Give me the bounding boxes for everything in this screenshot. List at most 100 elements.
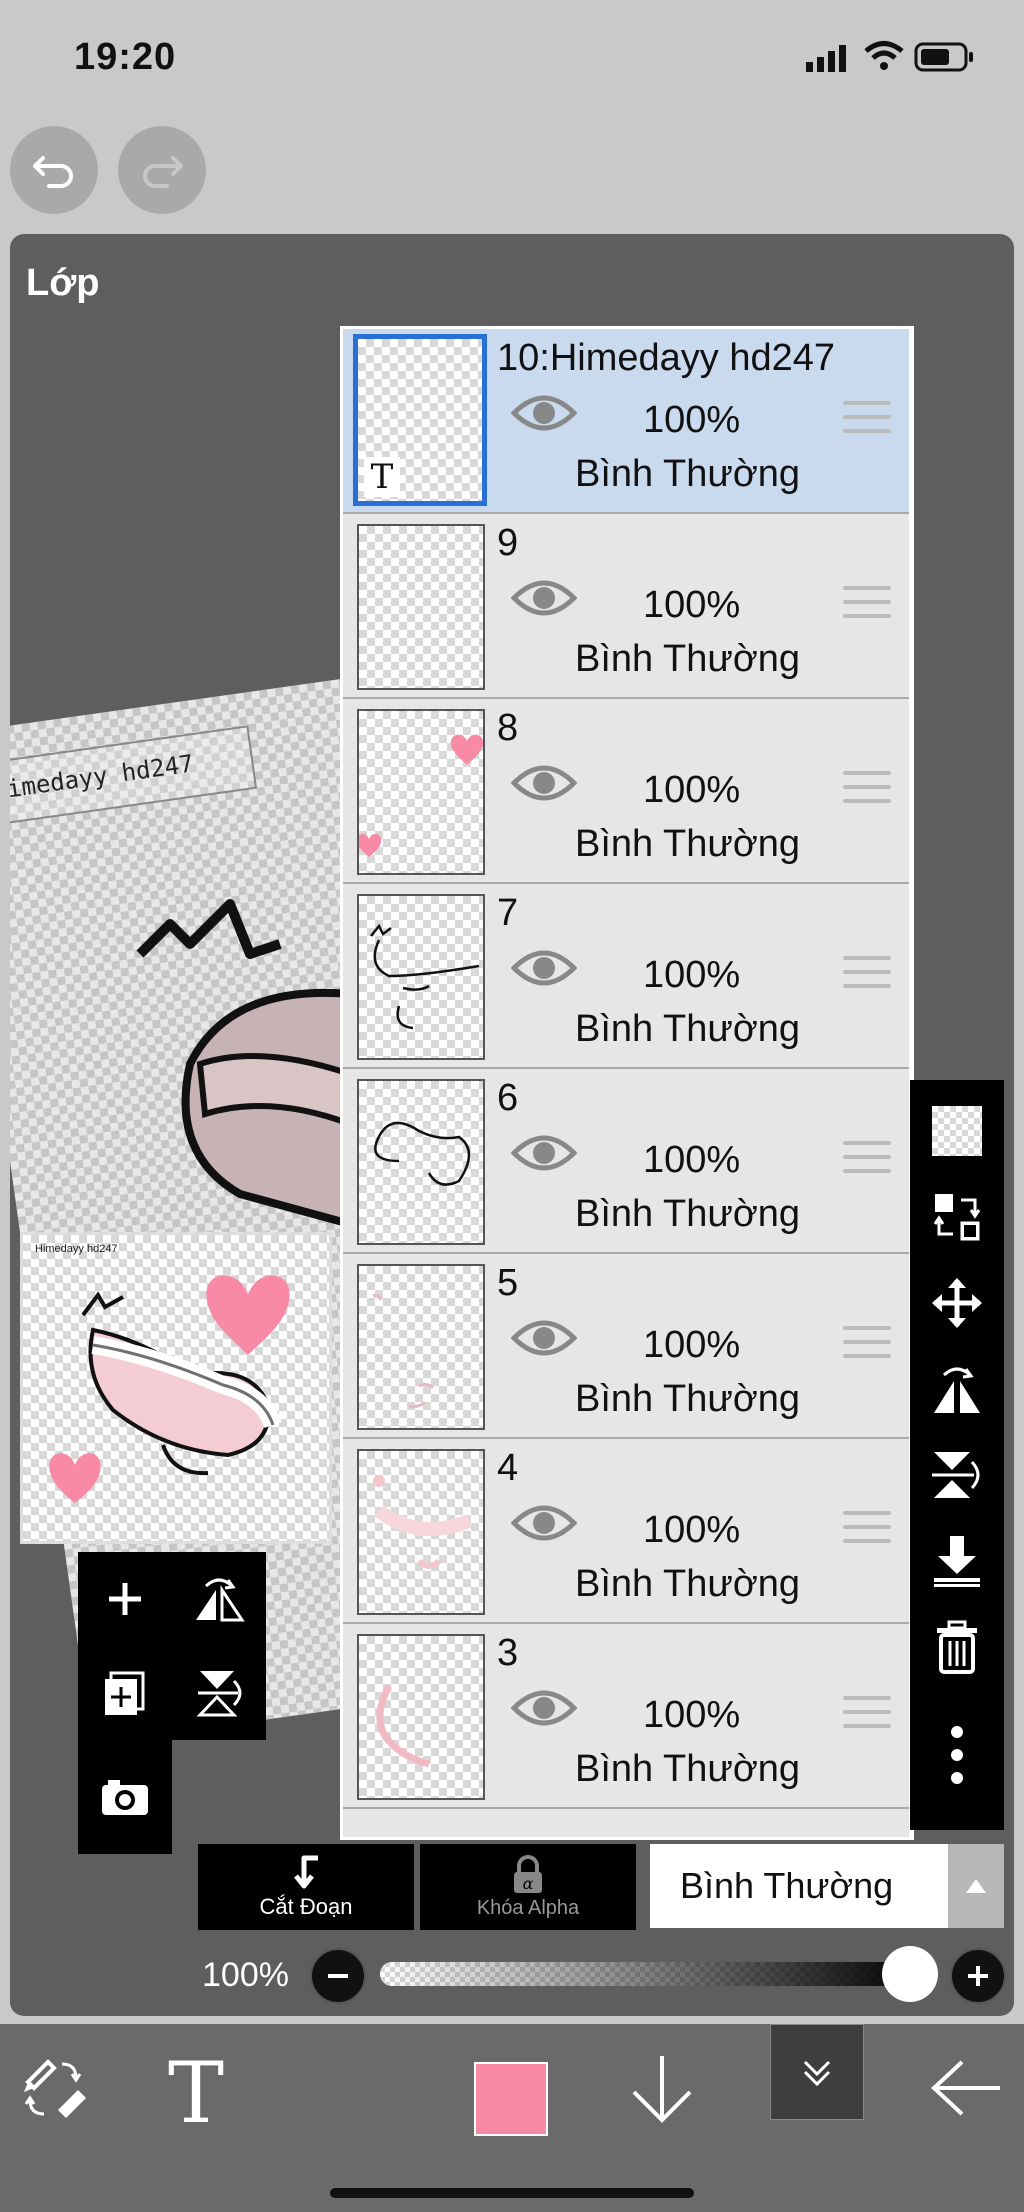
merge-down-button[interactable]	[910, 1518, 1004, 1604]
visibility-toggle[interactable]	[510, 1316, 578, 1365]
alpha-lock-button[interactable]: α Khóa Alpha	[420, 1844, 636, 1930]
merge-down-icon	[934, 1536, 980, 1587]
flip-horizontal-tool-button[interactable]	[910, 1346, 1004, 1432]
layer-tool-column	[910, 1080, 1004, 1830]
visibility-toggle[interactable]	[510, 576, 578, 625]
layer-blend-mode: Bình Thường	[575, 1193, 801, 1235]
lock-icon: α	[514, 1854, 542, 1893]
delete-layer-button[interactable]	[910, 1604, 1004, 1690]
drag-handle-icon[interactable]	[843, 1511, 891, 1553]
layer-opacity: 100%	[643, 1694, 741, 1736]
flip-horizontal-icon	[934, 1367, 980, 1415]
add-folder-button[interactable]	[78, 1646, 172, 1740]
more-options-button[interactable]	[910, 1700, 1004, 1810]
color-swatch[interactable]	[474, 2062, 548, 2136]
drag-handle-icon[interactable]	[843, 1326, 891, 1368]
layer-row[interactable]: 7 100% Bình Thường	[343, 884, 909, 1069]
layer-name: 8	[497, 707, 519, 749]
layer-row[interactable]: 6 100% Bình Thường	[343, 1069, 909, 1254]
double-chevron-down-icon	[803, 2060, 831, 2087]
drag-handle-icon[interactable]	[843, 401, 891, 443]
layer-opacity: 100%	[643, 399, 741, 441]
redo-button[interactable]	[118, 126, 206, 214]
drag-handle-icon[interactable]	[843, 771, 891, 813]
layer-thumbnail[interactable]	[356, 709, 485, 875]
layer-row[interactable]	[343, 1809, 909, 1837]
visibility-toggle[interactable]	[510, 391, 578, 440]
visibility-toggle[interactable]	[510, 761, 578, 810]
opacity-slider[interactable]	[380, 1962, 920, 1986]
triangle-up-icon	[966, 1879, 986, 1893]
drag-handle-icon[interactable]	[843, 1141, 891, 1183]
drag-handle-icon[interactable]	[843, 1696, 891, 1738]
text-tool-icon: T	[168, 2044, 225, 2142]
opacity-increase-button[interactable]	[950, 1948, 1006, 2004]
layer-opacity: 100%	[643, 1509, 741, 1551]
move-button[interactable]	[910, 1260, 1004, 1346]
blend-mode-select[interactable]: Bình Thường	[650, 1844, 1004, 1928]
flip-horizontal-icon	[196, 1578, 245, 1622]
layers-collapse-button[interactable]	[770, 2024, 864, 2120]
layer-thumbnail[interactable]	[357, 1264, 485, 1430]
layer-mini-toolbar	[78, 1552, 266, 1854]
layer-row[interactable]: 9 100% Bình Thường	[343, 514, 909, 699]
layer-opacity: 100%	[643, 769, 741, 811]
canvas-preview[interactable]: Himedayy hd247	[20, 1232, 332, 1544]
drag-handle-icon[interactable]	[843, 586, 891, 628]
layer-row[interactable]: T 10:Himedayy hd247 100% Bình Thường	[343, 329, 909, 514]
drag-handle-icon[interactable]	[843, 956, 891, 998]
status-time: 19:20	[74, 36, 177, 78]
visibility-toggle[interactable]	[510, 1131, 578, 1180]
layer-thumbnail[interactable]	[357, 524, 485, 690]
blend-mode-value: Bình Thường	[680, 1865, 894, 1906]
undo-icon	[33, 156, 73, 188]
text-tool-button[interactable]: T	[168, 2044, 224, 2142]
layer-name: 7	[497, 892, 519, 934]
move-icon	[932, 1278, 982, 1328]
flip-vertical-tool-button[interactable]	[910, 1432, 1004, 1518]
add-layer-button[interactable]	[78, 1552, 172, 1646]
camera-button[interactable]	[78, 1740, 172, 1854]
eye-icon	[510, 950, 578, 986]
layer-thumbnail[interactable]	[357, 1079, 485, 1245]
swap-button[interactable]	[910, 1174, 1004, 1260]
layer-thumbnail[interactable]	[357, 894, 485, 1060]
layer-row[interactable]: 3 100% Bình Thường	[343, 1624, 909, 1809]
eye-icon	[510, 1690, 578, 1726]
undo-button[interactable]	[10, 126, 98, 214]
checkerboard-icon	[932, 1106, 982, 1156]
svg-text:α: α	[523, 1874, 534, 1893]
layer-opacity: 100%	[643, 1324, 741, 1366]
layer-row[interactable]: 8 100% Bình Thường	[343, 699, 909, 884]
layer-row[interactable]: 4 100% Bình Thường	[343, 1439, 909, 1624]
visibility-toggle[interactable]	[510, 946, 578, 995]
layer-thumbnail[interactable]	[357, 1449, 485, 1615]
opacity-slider-thumb[interactable]	[882, 1946, 938, 2002]
plus-icon	[109, 1583, 141, 1615]
transparent-fill-button[interactable]	[910, 1088, 1004, 1174]
back-button[interactable]	[930, 2058, 1002, 2123]
eraser-toggle-button[interactable]	[18, 2052, 92, 2126]
flip-horizontal-button[interactable]	[172, 1552, 266, 1646]
visibility-toggle[interactable]	[510, 1686, 578, 1735]
plus-icon	[968, 1966, 988, 1986]
signal-icon	[806, 44, 848, 77]
layer-name: 3	[497, 1632, 519, 1674]
layer-panel: Lớp Himedayy hd247 Himedayy hd247 T 10:H…	[10, 234, 1014, 2016]
pen-eraser-swap-icon	[24, 2059, 86, 2118]
blend-mode-arrow-button[interactable]	[948, 1844, 1004, 1928]
layer-row[interactable]: 5 100% Bình Thường	[343, 1254, 909, 1439]
layer-thumbnail[interactable]: T	[353, 334, 487, 506]
layer-thumbnail[interactable]	[357, 1634, 485, 1800]
flip-vertical-button[interactable]	[172, 1646, 266, 1740]
canvas-watermark: Himedayy hd247	[10, 749, 196, 806]
opacity-decrease-button[interactable]	[310, 1948, 366, 2004]
visibility-toggle[interactable]	[510, 1501, 578, 1550]
layer-blend-mode: Bình Thường	[575, 638, 801, 680]
layer-name: 5	[497, 1262, 519, 1304]
layer-blend-mode: Bình Thường	[575, 1563, 801, 1605]
layer-blend-mode: Bình Thường	[575, 1378, 801, 1420]
layer-list[interactable]: T 10:Himedayy hd247 100% Bình Thường 9 1…	[340, 326, 914, 1840]
clip-button[interactable]: Cắt Đoạn	[198, 1844, 414, 1930]
move-down-button[interactable]	[628, 2052, 696, 2131]
